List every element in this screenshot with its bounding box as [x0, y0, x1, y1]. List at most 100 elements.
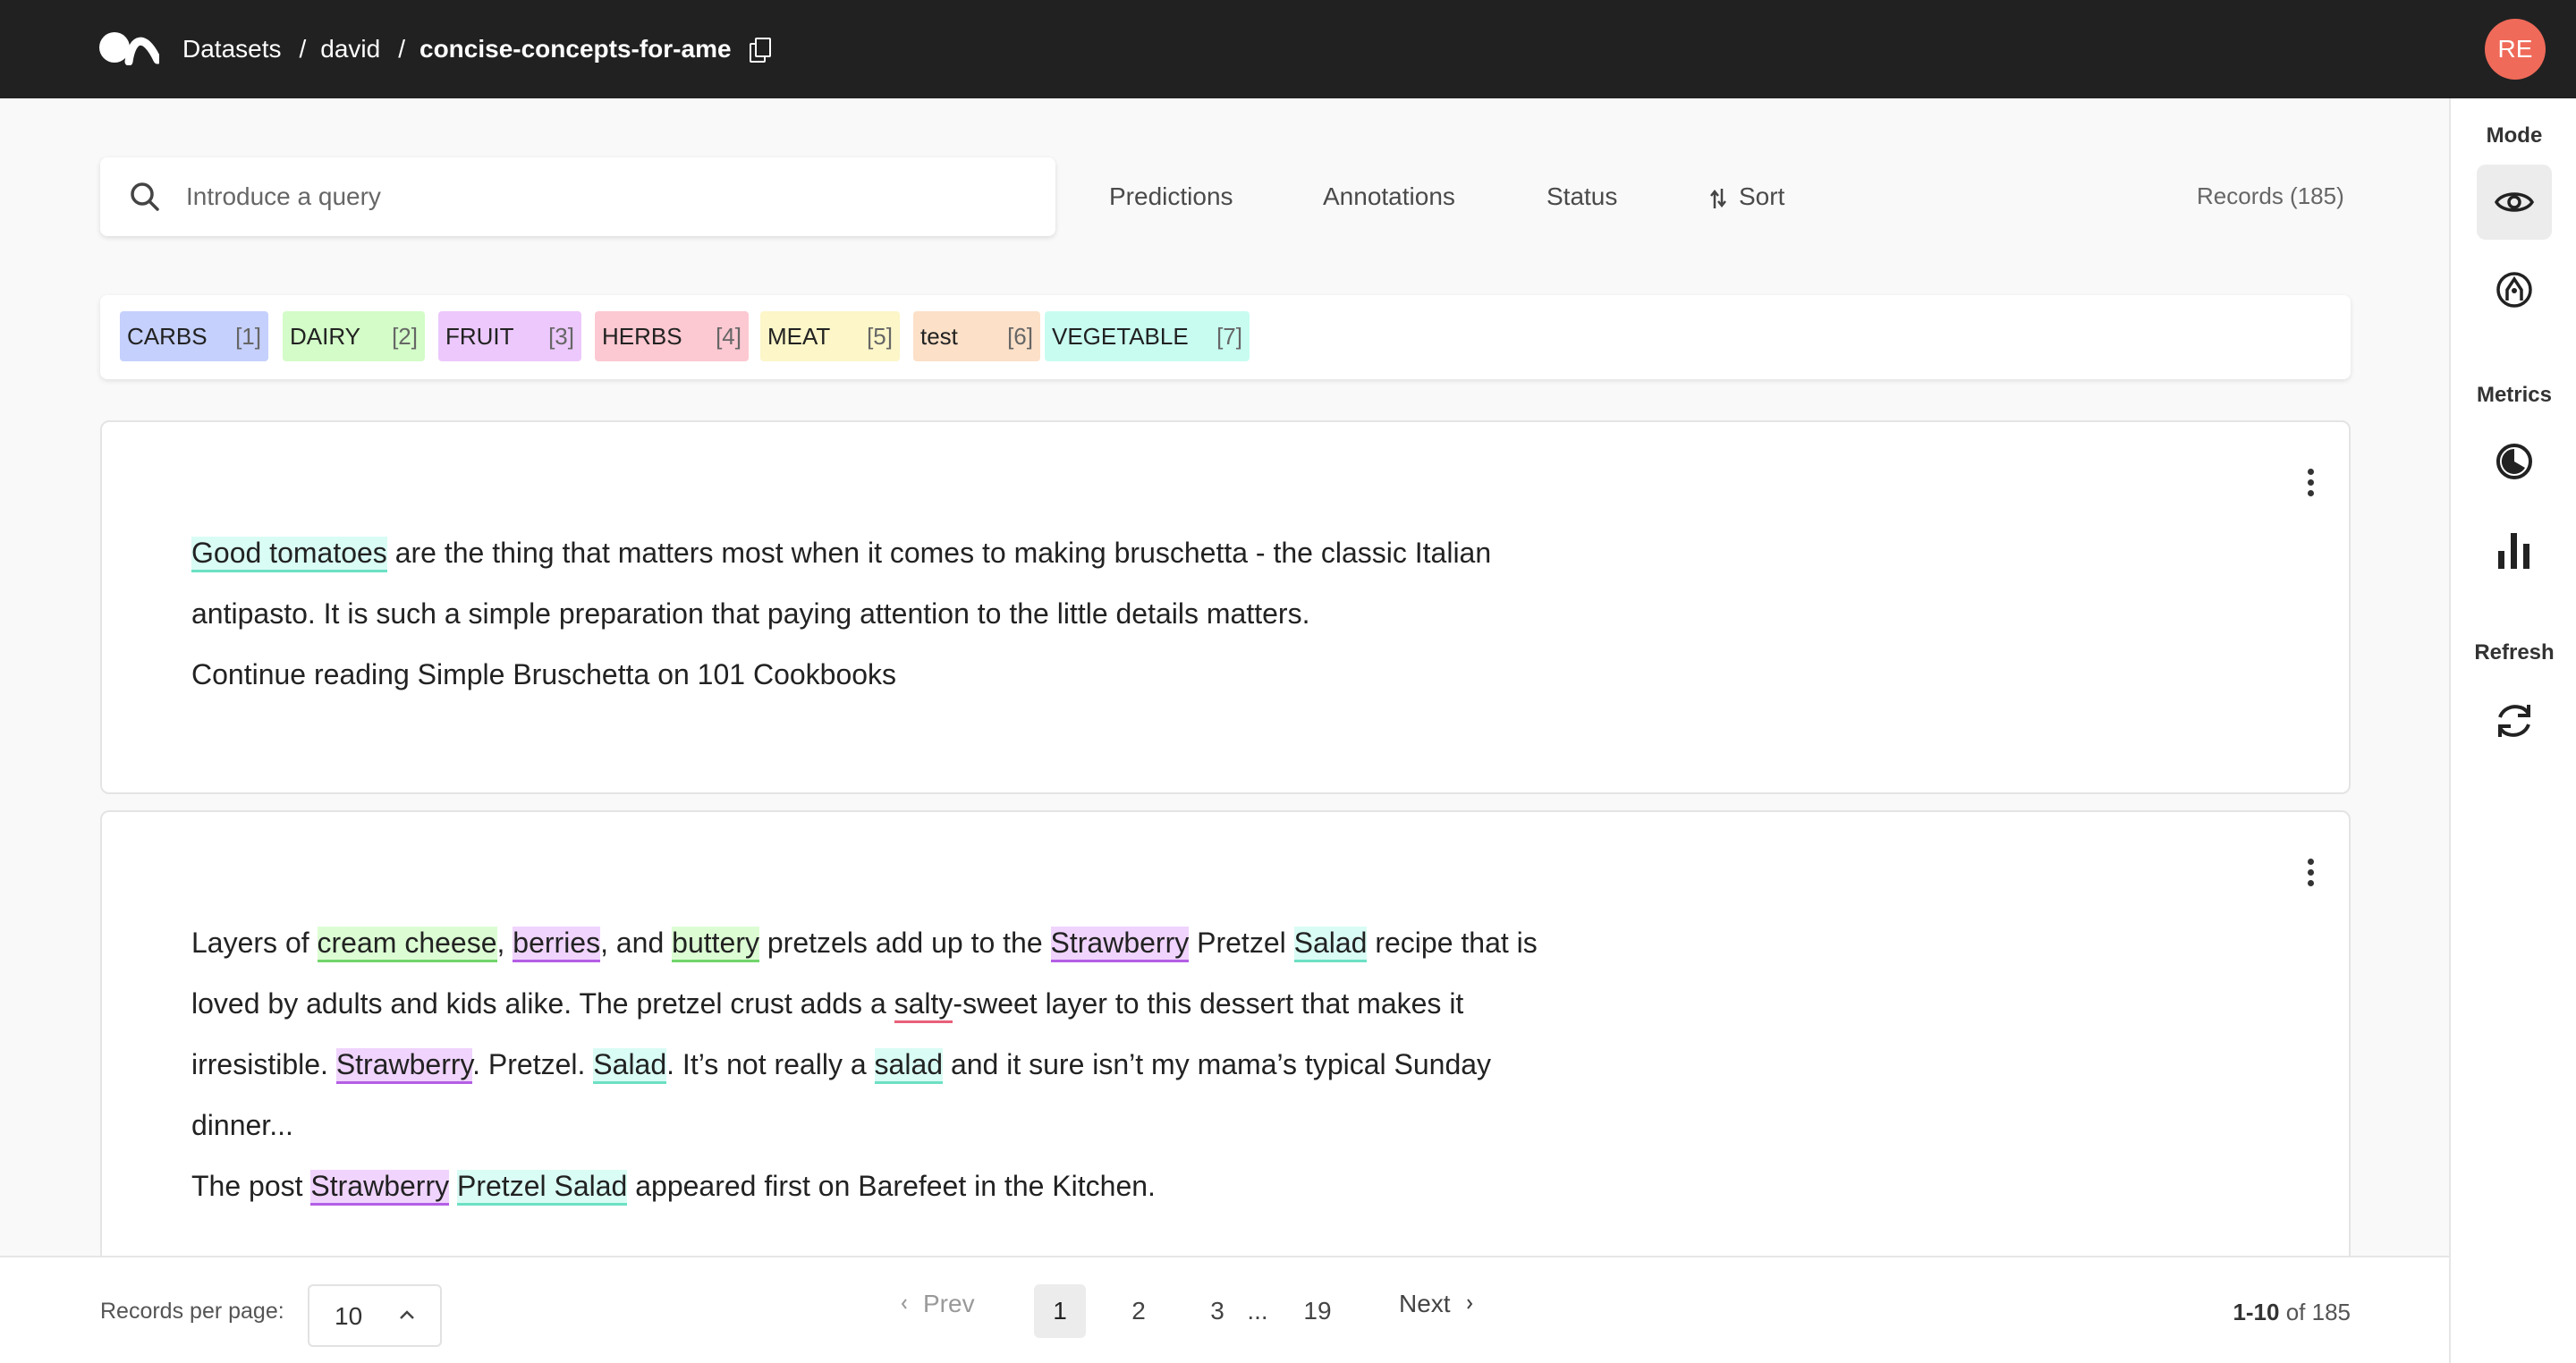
page-button-19[interactable]: 19 [1292, 1284, 1343, 1338]
label-bar: CARBS [1] DAIRY [2] FRUIT [3] HERBS [4] MEAT… [100, 295, 2351, 379]
copy-icon[interactable] [749, 38, 771, 63]
record-line: Continue reading Simple Bruschetta on 10… [191, 644, 1491, 705]
label-shortcut: [7] [1216, 322, 1242, 350]
text-segment [449, 1170, 457, 1202]
entity-span-dairy[interactable]: cream cheese [317, 927, 497, 962]
sort-label: Sort [1739, 182, 1785, 210]
record-line: Layers of cream cheese, berries, and but… [191, 912, 1538, 973]
label-name: MEAT [767, 322, 831, 350]
text-segment: . It’s not really a [666, 1048, 875, 1080]
records-range-rest: of 185 [2279, 1299, 2351, 1325]
text-segment: Pretzel [1189, 927, 1294, 959]
label-name: FRUIT [445, 322, 514, 350]
record-line: Good tomatoes are the thing that matters… [191, 522, 1491, 583]
explore-mode-button[interactable] [2477, 165, 2552, 240]
breadcrumb-separator: / [299, 35, 307, 63]
breadcrumb-dataset: concise-concepts-for-ame [419, 35, 732, 63]
sort-button[interactable]: Sort [1710, 182, 1784, 211]
records-per-page-value: 10 [335, 1302, 363, 1330]
breadcrumb-separator: / [398, 35, 405, 63]
label-shortcut: [3] [548, 322, 574, 350]
annotate-mode-button[interactable] [2477, 252, 2552, 327]
label-dairy[interactable]: DAIRY [2] [283, 311, 425, 361]
entity-span-veg[interactable]: Good tomatoes [191, 537, 387, 572]
top-bar: Datasets / david / concise-concepts-for-… [0, 0, 2576, 98]
record-line: dinner... [191, 1095, 1538, 1156]
user-avatar[interactable]: RE [2485, 19, 2546, 80]
records-range: 1-10 of 185 [2233, 1299, 2351, 1326]
refresh-button[interactable] [2477, 683, 2552, 758]
entity-span-dairy[interactable]: buttery [672, 927, 759, 962]
record-line: antipasto. It is such a simple preparati… [191, 583, 1491, 644]
label-name: CARBS [127, 322, 208, 350]
stats-metrics-button[interactable] [2477, 512, 2552, 587]
more-options-icon[interactable] [2306, 469, 2315, 503]
text-segment: Continue reading Simple Bruschetta on 10… [191, 658, 897, 690]
entity-span-fruit[interactable]: Strawberry [335, 1048, 473, 1084]
page-button-1[interactable]: 1 [1034, 1284, 1086, 1338]
label-shortcut: [1] [235, 322, 261, 350]
text-segment: loved by adults and kids alike. The pret… [191, 987, 894, 1020]
search-icon [131, 182, 159, 211]
entity-span-fruit[interactable]: Strawberry [310, 1170, 450, 1206]
entity-span-veg[interactable]: salad [874, 1048, 944, 1084]
records-per-page-select[interactable]: 10 [308, 1284, 442, 1347]
next-label: Next [1399, 1290, 1451, 1317]
label-test[interactable]: test [6] [913, 311, 1040, 361]
label-shortcut: [5] [867, 322, 893, 350]
records-count: Records (185) [2197, 182, 2344, 209]
text-segment: Layers of [191, 927, 318, 959]
more-options-icon[interactable] [2306, 859, 2315, 893]
label-meat[interactable]: MEAT [5] [760, 311, 900, 361]
search-input[interactable] [186, 157, 1027, 236]
label-carbs[interactable]: CARBS [1] [120, 311, 268, 361]
next-page-button[interactable]: Next [1399, 1290, 1474, 1318]
text-segment: are the thing that matters most when it … [386, 537, 1492, 569]
text-segment: , [496, 927, 513, 959]
record-text: Layers of cream cheese, berries, and but… [191, 912, 1538, 1216]
label-name: VEGETABLE [1052, 322, 1189, 350]
text-segment: -sweet layer to this dessert that makes … [953, 987, 1464, 1020]
label-vegetable[interactable]: VEGETABLE [7] [1045, 311, 1250, 361]
refresh-icon [2498, 705, 2530, 737]
annotations-filter[interactable]: Annotations [1323, 182, 1455, 211]
entity-span-herbs[interactable]: salty [894, 987, 953, 1023]
chevron-up-icon [400, 1310, 414, 1319]
argilla-logo-icon[interactable] [98, 30, 159, 65]
entity-span-fruit[interactable]: berries [513, 927, 601, 962]
entity-span-veg[interactable]: Salad [1293, 927, 1368, 962]
predictions-filter[interactable]: Predictions [1109, 182, 1233, 211]
annotate-icon [2496, 272, 2532, 308]
breadcrumb-datasets[interactable]: Datasets [182, 35, 282, 63]
record-card[interactable]: Layers of cream cheese, berries, and but… [100, 810, 2351, 1275]
entity-span-fruit[interactable]: Strawberry [1050, 927, 1190, 962]
text-segment: antipasto. It is such a simple preparati… [191, 597, 1310, 630]
refresh-title: Refresh [2474, 640, 2555, 665]
entity-span-veg[interactable]: Pretzel Salad [457, 1170, 628, 1206]
progress-metrics-button[interactable] [2477, 424, 2552, 499]
label-name: DAIRY [290, 322, 360, 350]
text-segment: , and [600, 927, 673, 959]
status-filter[interactable]: Status [1546, 182, 1617, 211]
progress-chart-icon [2496, 444, 2532, 479]
text-segment: The post [191, 1170, 311, 1202]
text-segment: recipe that is [1367, 927, 1538, 959]
breadcrumb-owner[interactable]: david [320, 35, 380, 63]
text-segment: pretzels add up to the [758, 927, 1051, 959]
right-sidebar: Mode Metrics Refresh [2449, 98, 2576, 1363]
label-shortcut: [6] [1007, 322, 1033, 350]
page-button-2[interactable]: 2 [1113, 1284, 1165, 1338]
text-segment: appeared first on Barefeet in the Kitche… [627, 1170, 1156, 1202]
mode-title: Mode [2486, 123, 2543, 148]
record-line: loved by adults and kids alike. The pret… [191, 973, 1538, 1034]
entity-span-veg[interactable]: Salad [593, 1048, 667, 1084]
prev-page-button[interactable]: Prev [900, 1290, 975, 1318]
record-text: Good tomatoes are the thing that matters… [191, 522, 1491, 705]
label-herbs[interactable]: HERBS [4] [595, 311, 749, 361]
page-ellipsis: ... [1247, 1297, 1268, 1325]
record-card[interactable]: Good tomatoes are the thing that matters… [100, 420, 2351, 794]
text-segment: and it sure isn’t my mama’s typical Sund… [943, 1048, 1492, 1080]
label-fruit[interactable]: FRUIT [3] [438, 311, 581, 361]
bar-chart-icon [2498, 533, 2529, 569]
page-button-3[interactable]: 3 [1191, 1284, 1243, 1338]
